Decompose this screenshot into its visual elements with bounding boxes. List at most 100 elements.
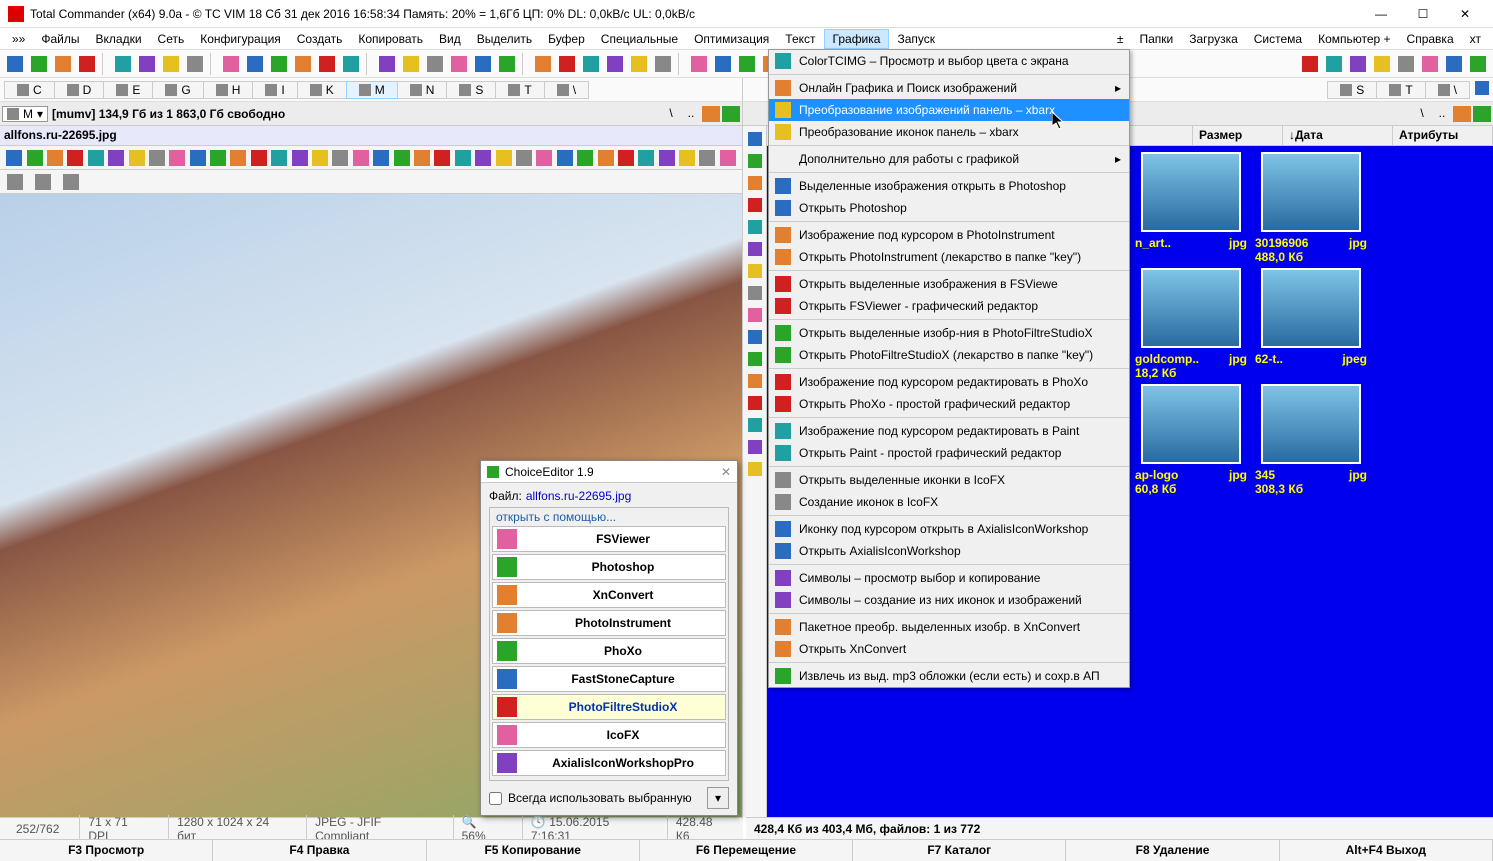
toolbar-right-btn-5[interactable] [1419, 53, 1441, 75]
toolbar-btn-22[interactable] [580, 53, 602, 75]
nav-fav-icon[interactable] [1473, 106, 1491, 122]
fkey-F5[interactable]: F5 Копирование [427, 840, 640, 861]
toolbar-btn-8[interactable] [220, 53, 242, 75]
fkey-F7[interactable]: F7 Каталог [853, 840, 1066, 861]
toolbar-btn-24[interactable] [628, 53, 650, 75]
viewer-btn-6[interactable] [126, 147, 146, 169]
menu-item[interactable]: Открыть Paint - простой графический реда… [769, 442, 1129, 464]
toolbar-btn-15[interactable] [400, 53, 422, 75]
menu-item[interactable]: Открыть Photoshop [769, 197, 1129, 219]
choice-option[interactable]: PhotoFiltreStudioX [492, 694, 726, 720]
viewer-btn-12[interactable] [249, 147, 269, 169]
toolbar-btn-9[interactable] [244, 53, 266, 75]
toolbar-btn-5[interactable] [136, 53, 158, 75]
menu-оптимизация[interactable]: Оптимизация [686, 30, 777, 48]
menu-right-Справка[interactable]: Справка [1399, 30, 1462, 48]
viewer-btn-20[interactable] [412, 147, 432, 169]
menu-item[interactable]: Открыть PhoXo - простой графический реда… [769, 393, 1129, 415]
menu-выделить[interactable]: Выделить [469, 30, 540, 48]
menu-item[interactable]: Открыть FSViewer - графический редактор [769, 295, 1129, 317]
viewer-btn-14[interactable] [289, 147, 309, 169]
menu-»»[interactable]: »» [4, 30, 33, 48]
menu-item[interactable]: Выделенные изображения открыть в Photosh… [769, 175, 1129, 197]
viewer-btn-9[interactable] [188, 147, 208, 169]
toolbar-btn-3[interactable] [76, 53, 98, 75]
viewer-btn-31[interactable] [636, 147, 656, 169]
drive-S[interactable]: S [1327, 81, 1377, 99]
menu-item[interactable]: Изображение под курсором в PhotoInstrume… [769, 224, 1129, 246]
toolbar-btn-20[interactable] [532, 53, 554, 75]
viewer-btn-21[interactable] [432, 147, 452, 169]
choice-option[interactable]: IcoFX [492, 722, 726, 748]
vbar-btn-6[interactable] [746, 262, 764, 280]
nav-fav-icon[interactable] [722, 106, 740, 122]
viewer-btn-0[interactable] [4, 147, 24, 169]
thumbnail-item[interactable]: 62-t..jpeg [1253, 268, 1369, 380]
menu-копировать[interactable]: Копировать [350, 30, 431, 48]
col-size[interactable]: Размер [1193, 126, 1283, 145]
nav-home-icon[interactable]: .. [1433, 106, 1451, 122]
drive-\[interactable]: \ [544, 81, 589, 99]
menu-item[interactable]: Открыть выделенные иконки в IcoFX [769, 469, 1129, 491]
choice-option[interactable]: PhoXo [492, 638, 726, 664]
vbar-btn-7[interactable] [746, 284, 764, 302]
menu-вкладки[interactable]: Вкладки [88, 30, 150, 48]
menu-right-Компьютер +[interactable]: Компьютер + [1310, 30, 1398, 48]
menu-item[interactable]: Извлечь из выд. mp3 обложки (если есть) … [769, 665, 1129, 687]
toolbar-btn-11[interactable] [292, 53, 314, 75]
viewer-btn-7[interactable] [147, 147, 167, 169]
toolbar-btn-7[interactable] [184, 53, 206, 75]
menu-специальные[interactable]: Специальные [593, 30, 686, 48]
toolbar-btn-4[interactable] [112, 53, 134, 75]
choice-option[interactable]: Photoshop [492, 554, 726, 580]
vbar-btn-1[interactable] [746, 152, 764, 170]
menu-item[interactable]: Преобразование иконок панель – xbarx [769, 121, 1129, 143]
drive-I[interactable]: I [252, 81, 297, 99]
drive-M[interactable]: M [346, 81, 398, 99]
drive-D[interactable]: D [54, 81, 105, 99]
toolbar-btn-23[interactable] [604, 53, 626, 75]
close-button[interactable]: ✕ [1445, 2, 1485, 26]
viewer-btn-27[interactable] [555, 147, 575, 169]
toolbar-btn-21[interactable] [556, 53, 578, 75]
thumbnail-item[interactable]: 30196906jpg488,0 Кб [1253, 152, 1369, 264]
toolbar-right-btn-1[interactable] [1323, 53, 1345, 75]
drive-E[interactable]: E [103, 81, 153, 99]
viewer-btn-13[interactable] [269, 147, 289, 169]
toolbar-btn-6[interactable] [160, 53, 182, 75]
menu-конфигурация[interactable]: Конфигурация [192, 30, 289, 48]
nav-home-icon[interactable]: .. [682, 106, 700, 122]
choice-option[interactable]: AxialisIconWorkshopPro [492, 750, 726, 776]
toolbar-btn-0[interactable] [4, 53, 26, 75]
menu-item[interactable]: Открыть XnConvert [769, 638, 1129, 660]
vbar-btn-8[interactable] [746, 306, 764, 324]
left-drive-select[interactable]: M ▾ [2, 106, 48, 122]
drive-K[interactable]: K [297, 81, 347, 99]
vbar-btn-14[interactable] [746, 438, 764, 456]
viewer-btn-22[interactable] [453, 147, 473, 169]
viewer-btn-2[interactable] [45, 147, 65, 169]
toolbar-right-btn-2[interactable] [1347, 53, 1369, 75]
col-attr[interactable]: Атрибуты [1393, 126, 1493, 145]
drive-S[interactable]: S [446, 81, 496, 99]
choice-option[interactable]: FSViewer [492, 526, 726, 552]
toolbar-btn-17[interactable] [448, 53, 470, 75]
toolbar-right-btn-7[interactable] [1467, 53, 1489, 75]
drive-T[interactable]: T [495, 81, 544, 99]
menu-item[interactable]: Пакетное преобр. выделенных изобр. в XnC… [769, 616, 1129, 638]
choice-option[interactable]: FastStoneCapture [492, 666, 726, 692]
viewer-btn-19[interactable] [391, 147, 411, 169]
fkey-F3[interactable]: F3 Просмотр [0, 840, 213, 861]
menu-right-Система[interactable]: Система [1246, 30, 1310, 48]
nav-up-icon[interactable]: \ [662, 106, 680, 122]
toolbar-btn-12[interactable] [316, 53, 338, 75]
menu-текст[interactable]: Текст [777, 30, 823, 48]
viewer-btn-33[interactable] [677, 147, 697, 169]
viewer-btn-35[interactable] [718, 147, 738, 169]
viewer-btn-18[interactable] [371, 147, 391, 169]
toolbar-btn-1[interactable] [28, 53, 50, 75]
toolbar-right-btn-0[interactable] [1299, 53, 1321, 75]
viewer-btn-1[interactable] [24, 147, 44, 169]
toolbar-btn-14[interactable] [376, 53, 398, 75]
toolbar-btn-26[interactable] [688, 53, 710, 75]
